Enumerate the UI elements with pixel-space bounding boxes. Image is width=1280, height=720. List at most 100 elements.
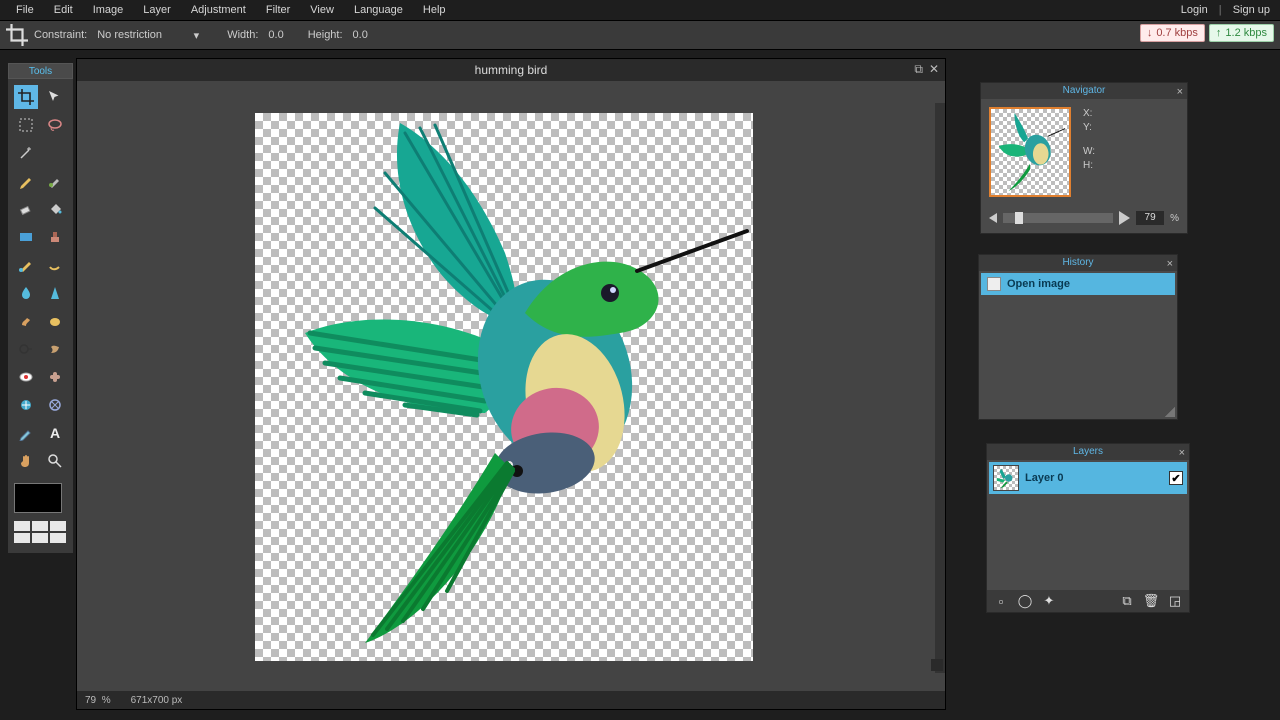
- wand-tool[interactable]: [14, 141, 38, 165]
- constraint-label: Constraint:: [34, 29, 87, 41]
- menu-adjustment[interactable]: Adjustment: [181, 0, 256, 20]
- menu-layer[interactable]: Layer: [133, 0, 181, 20]
- blur-tool[interactable]: [14, 281, 38, 305]
- color-replace-tool[interactable]: [14, 253, 38, 277]
- layers-footer: ▫ ◯ ✦ ⧉ 🗑 ◲: [987, 590, 1189, 612]
- constraint-select[interactable]: No restriction ▾: [93, 27, 203, 44]
- status-dims: 671x700 px: [131, 695, 183, 706]
- duplicate-layer-button[interactable]: ⧉: [1119, 593, 1135, 609]
- color-swatch[interactable]: [14, 483, 62, 513]
- burn-tool[interactable]: [44, 337, 68, 361]
- document-window: humming bird ⧉ ✕: [76, 58, 946, 710]
- close-icon[interactable]: ×: [1179, 445, 1185, 461]
- type-tool[interactable]: A: [44, 421, 68, 445]
- history-title[interactable]: History ×: [979, 255, 1177, 271]
- menu-language[interactable]: Language: [344, 0, 413, 20]
- canvas-area[interactable]: [77, 81, 945, 691]
- tools-panel-title: Tools: [8, 63, 73, 79]
- menu-view[interactable]: View: [300, 0, 344, 20]
- menu-bar: File Edit Image Layer Adjustment Filter …: [0, 0, 1280, 20]
- swatch-grid[interactable]: [14, 521, 67, 543]
- menu-edit[interactable]: Edit: [44, 0, 83, 20]
- layer-styles-button[interactable]: ✦: [1041, 593, 1057, 609]
- signup-link[interactable]: Sign up: [1229, 4, 1274, 16]
- gradient-tool[interactable]: [14, 225, 38, 249]
- auth-links: Login | Sign up: [1177, 4, 1274, 16]
- vertical-scrollbar[interactable]: [935, 103, 945, 673]
- layer-name: Layer 0: [1025, 472, 1064, 484]
- delete-layer-button[interactable]: 🗑: [1143, 593, 1159, 609]
- menu-image[interactable]: Image: [83, 0, 134, 20]
- history-item[interactable]: Open image: [981, 273, 1175, 295]
- network-badges: ↓ 0.7 kbps ↑ 1.2 kbps: [1140, 24, 1274, 42]
- move-tool[interactable]: [44, 85, 68, 109]
- navigator-panel: Navigator × X: Y: W: H: 79 %: [980, 82, 1188, 234]
- close-icon[interactable]: ✕: [929, 62, 939, 77]
- open-image-icon: [987, 277, 1001, 291]
- eyedropper-tool[interactable]: [14, 421, 38, 445]
- crop-tool[interactable]: [14, 85, 38, 109]
- draw-tool[interactable]: [44, 253, 68, 277]
- navigator-zoom-slider[interactable]: 79 %: [989, 211, 1179, 225]
- navigator-title[interactable]: Navigator ×: [981, 83, 1187, 99]
- spacer-tool: [44, 141, 68, 165]
- layer-mask-button[interactable]: ◯: [1017, 593, 1033, 609]
- brush-tool[interactable]: [44, 169, 68, 193]
- canvas-transparency: [255, 113, 753, 661]
- height-label: Height:: [308, 29, 343, 41]
- dodge-tool[interactable]: [14, 337, 38, 361]
- smudge-tool[interactable]: [14, 309, 38, 333]
- bucket-tool[interactable]: [44, 197, 68, 221]
- close-icon[interactable]: ×: [1177, 84, 1183, 100]
- eraser-tool[interactable]: [14, 197, 38, 221]
- crop-tool-icon: [6, 24, 28, 46]
- sharpen-tool[interactable]: [44, 281, 68, 305]
- zoom-tool[interactable]: [44, 449, 68, 473]
- resize-handle[interactable]: [931, 659, 943, 671]
- maximize-icon[interactable]: ⧉: [914, 62, 923, 77]
- status-zoom: 79: [85, 695, 96, 706]
- clone-stamp-tool[interactable]: [44, 225, 68, 249]
- new-layer-button[interactable]: ▫: [993, 593, 1009, 609]
- history-panel: History × Open image: [978, 254, 1178, 420]
- close-icon[interactable]: ×: [1167, 256, 1173, 272]
- chevron-down-icon: ▾: [194, 29, 200, 42]
- marquee-tool[interactable]: [14, 113, 38, 137]
- zoom-in-icon[interactable]: [1119, 211, 1130, 225]
- download-arrow-icon: ↓: [1147, 27, 1153, 39]
- layers-title[interactable]: Layers ×: [987, 444, 1189, 460]
- height-value[interactable]: 0.0: [353, 29, 368, 41]
- layers-panel: Layers × Layer 0 ✔ ▫ ◯ ✦ ⧉ 🗑 ◲: [986, 443, 1190, 613]
- bloat-tool[interactable]: [14, 393, 38, 417]
- redeye-tool[interactable]: [14, 365, 38, 389]
- options-bar: Constraint: No restriction ▾ Width: 0.0 …: [0, 20, 1280, 50]
- history-item-label: Open image: [1007, 278, 1070, 290]
- layer-item[interactable]: Layer 0 ✔: [989, 462, 1187, 494]
- menu-help[interactable]: Help: [413, 0, 456, 20]
- zoom-out-icon[interactable]: [989, 213, 997, 223]
- pinch-tool[interactable]: [44, 393, 68, 417]
- navigator-zoom-value[interactable]: 79: [1136, 211, 1164, 225]
- document-title: humming bird: [475, 63, 548, 77]
- tools-panel: A: [8, 79, 73, 553]
- width-label: Width:: [227, 29, 258, 41]
- width-value[interactable]: 0.0: [268, 29, 283, 41]
- layer-settings-button[interactable]: ◲: [1167, 593, 1183, 609]
- lasso-tool[interactable]: [44, 113, 68, 137]
- layer-thumbnail: [993, 465, 1019, 491]
- constraint-value: No restriction: [97, 29, 162, 41]
- download-speed: ↓ 0.7 kbps: [1140, 24, 1205, 42]
- navigator-thumbnail[interactable]: [989, 107, 1071, 197]
- resize-handle[interactable]: [1165, 407, 1175, 417]
- spot-heal-tool[interactable]: [44, 365, 68, 389]
- document-titlebar[interactable]: humming bird ⧉ ✕: [77, 59, 945, 81]
- sponge-tool[interactable]: [44, 309, 68, 333]
- hand-tool[interactable]: [14, 449, 38, 473]
- status-bar: 79 % 671x700 px: [77, 691, 945, 709]
- svg-text:A: A: [50, 425, 60, 441]
- pencil-tool[interactable]: [14, 169, 38, 193]
- menu-file[interactable]: File: [6, 0, 44, 20]
- login-link[interactable]: Login: [1177, 4, 1212, 16]
- layer-visibility-toggle[interactable]: ✔: [1169, 471, 1183, 485]
- menu-filter[interactable]: Filter: [256, 0, 300, 20]
